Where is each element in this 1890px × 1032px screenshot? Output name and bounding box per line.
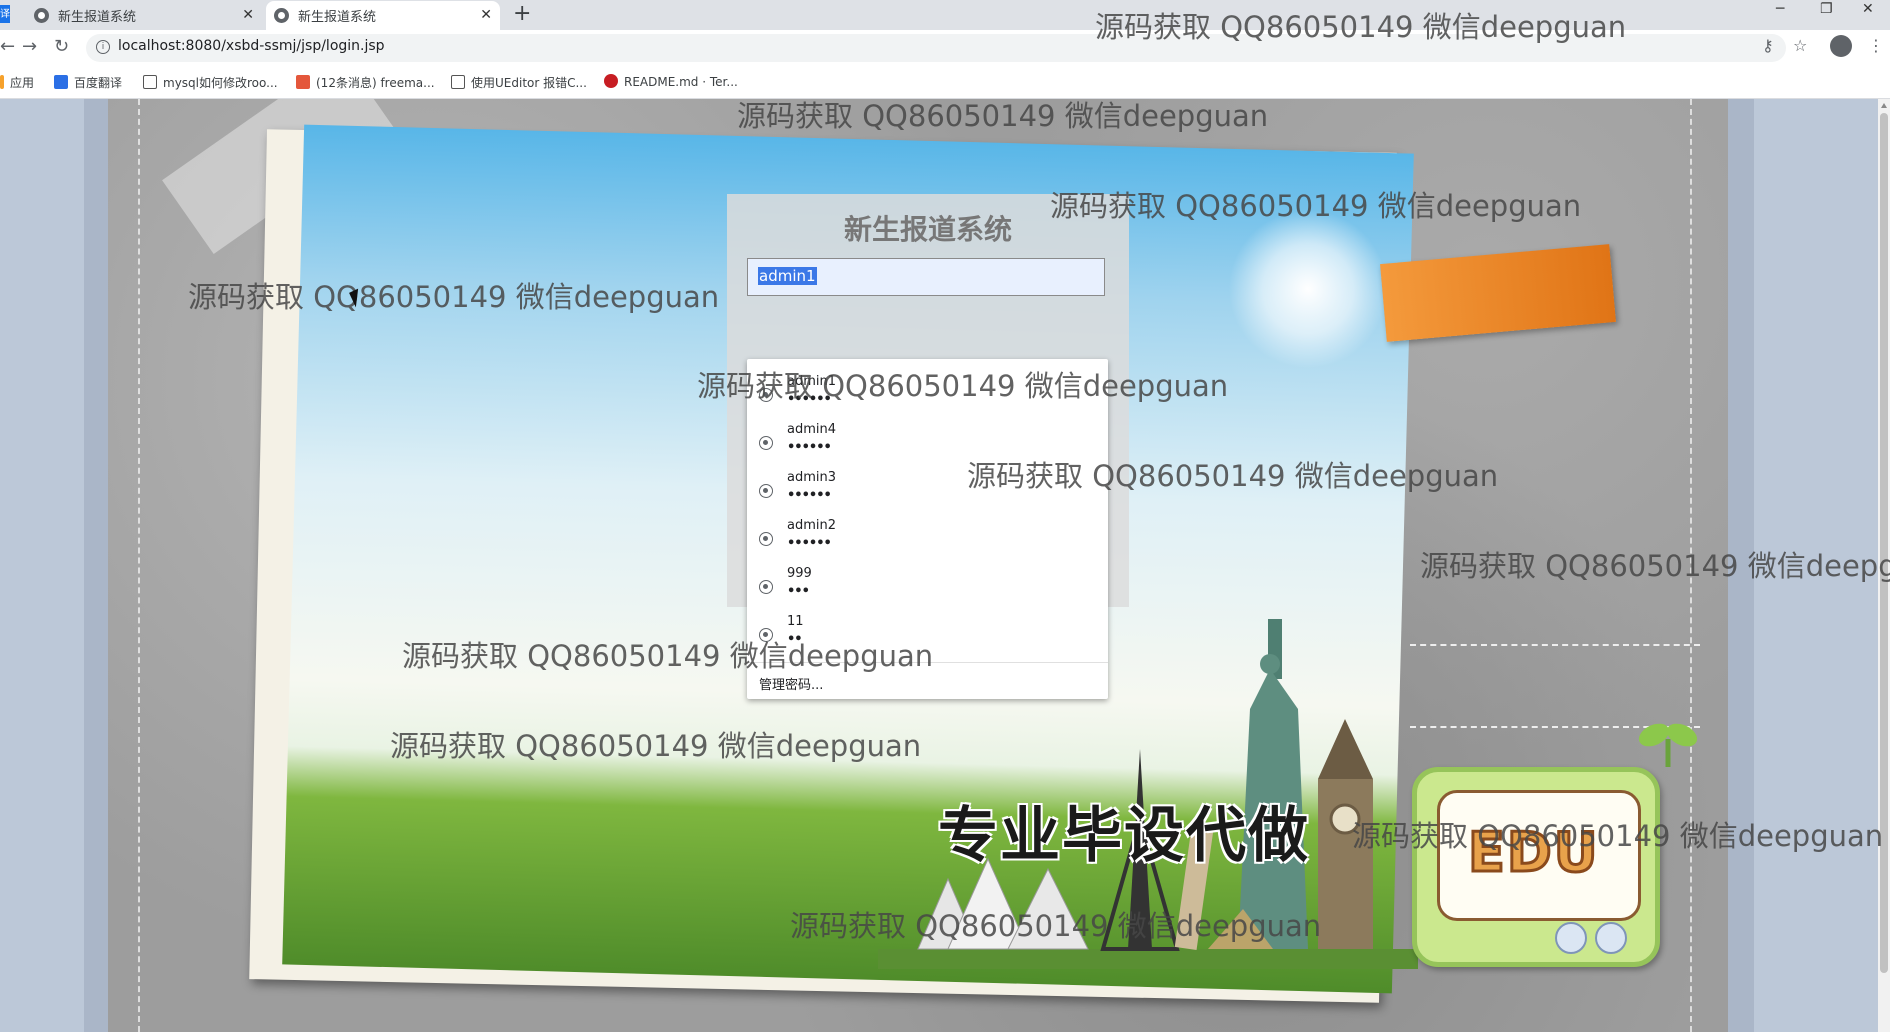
tab-title: 新生报道系统 [58, 10, 137, 25]
stitch-line [138, 99, 140, 1032]
reload-icon[interactable]: ↻ [54, 36, 69, 57]
watermark-text: 源码获取 QQ86050149 微信deepguan [1352, 819, 1884, 853]
restore-icon[interactable]: ❐ [1820, 1, 1833, 17]
minimize-icon[interactable]: ─ [1776, 1, 1784, 17]
menu-icon[interactable]: ⋮ [1868, 36, 1884, 55]
sprout-icon [1638, 723, 1698, 767]
csdn-icon [296, 75, 310, 89]
bookmark-label: 应用 [10, 76, 35, 90]
watermark-text: 源码获取 QQ86050149 微信deepguan [390, 729, 922, 763]
key-icon[interactable]: ⚷ [1762, 36, 1774, 55]
watermark-text: 源码获取 QQ86050149 微信deepguan [737, 99, 1269, 133]
autofill-username: 11 [787, 614, 804, 629]
gitee-icon [604, 74, 618, 88]
globe-icon [274, 8, 289, 23]
mysql-icon [451, 75, 465, 89]
bookmark-baidu-translate[interactable]: 百度翻译 [54, 74, 122, 91]
globe-icon [34, 8, 49, 23]
baidu-translate-icon [54, 75, 68, 89]
tab-close-icon[interactable]: ✕ [480, 7, 492, 23]
watermark-text: 源码获取 QQ86050149 微信deepguan [697, 369, 1229, 403]
back-icon[interactable]: ← [0, 36, 15, 57]
orange-tape-decoration [1380, 244, 1616, 342]
watermark-text: 源码获取 QQ86050149 微信deepguan [967, 459, 1499, 493]
bookmark-label: mysql如何修改roo... [163, 76, 278, 90]
watermark-text: 源码获取 QQ86050149 微信deepguan [1420, 549, 1890, 583]
tab-inactive[interactable]: 新生报道系统 ✕ [26, 1, 262, 30]
page-left-border [84, 99, 108, 1032]
new-tab-button[interactable]: + [513, 1, 531, 26]
key-icon [759, 532, 773, 546]
info-icon[interactable]: i [96, 40, 110, 54]
tab-close-icon[interactable]: ✕ [242, 7, 254, 23]
bookmark-label: (12条消息) freema... [316, 76, 435, 90]
autofill-item[interactable]: admin2 •••••• [747, 516, 1108, 564]
url-text: localhost:8080/xsbd-ssmj/jsp/login.jsp [118, 38, 385, 54]
dashed-line [1410, 644, 1700, 646]
tv-knob-icon [1595, 922, 1627, 954]
edu-tv-screen: EDU [1437, 790, 1641, 921]
autofill-password: •••••• [787, 488, 832, 503]
forward-icon[interactable]: → [22, 36, 37, 57]
autofill-password: ••• [787, 584, 810, 599]
autofill-username: admin3 [787, 470, 837, 485]
watermark-text: 源码获取 QQ86050149 微信deepguan [188, 280, 720, 314]
partial-tab-icon[interactable]: 译 [0, 5, 10, 23]
watermark-text: 源码获取 QQ86050149 微信deepguan [402, 639, 934, 673]
bookmark-label: 百度翻译 [74, 76, 123, 90]
window-close-icon[interactable]: ✕ [1862, 1, 1874, 17]
bookmark-label: README.md · Ter... [624, 75, 738, 89]
bookmark-readme[interactable]: README.md · Ter... [604, 74, 738, 89]
bookmark-label: 使用UEditor 报错C... [471, 76, 587, 90]
bookmark-ueditor[interactable]: 使用UEditor 报错C... [451, 74, 587, 91]
star-icon[interactable]: ☆ [1793, 36, 1807, 55]
tab-active[interactable]: 新生报道系统 ✕ [266, 1, 500, 30]
tv-knob-icon [1555, 922, 1587, 954]
username-selected-text: admin1 [758, 267, 817, 285]
key-icon [759, 484, 773, 498]
bookmark-mysql[interactable]: mysql如何修改roo... [143, 74, 278, 91]
autofill-password: •••••• [787, 440, 832, 455]
mysql-icon [143, 75, 157, 89]
autofill-username: 999 [787, 566, 812, 581]
autofill-username: admin4 [787, 422, 837, 437]
key-icon [759, 580, 773, 594]
key-icon [759, 436, 773, 450]
edu-tv-logo: EDU [1412, 767, 1660, 967]
autofill-username: admin2 [787, 518, 837, 533]
watermark-text: 源码获取 QQ86050149 微信deepguan [790, 909, 1322, 943]
apps-icon [0, 75, 4, 89]
watermark-text: 源码获取 QQ86050149 微信deepguan [1095, 10, 1627, 44]
bookmark-apps[interactable]: 应用 [0, 74, 34, 91]
profile-avatar[interactable] [1830, 35, 1852, 57]
autofill-password: •••••• [787, 536, 832, 551]
tab-title: 新生报道系统 [298, 10, 377, 25]
autofill-item[interactable]: 999 ••• [747, 564, 1108, 612]
bookmark-csdn[interactable]: (12条消息) freema... [296, 74, 435, 91]
watermark-text: 源码获取 QQ86050149 微信deepguan [1050, 189, 1582, 223]
sun-glow [1228, 209, 1388, 369]
manage-passwords-link[interactable]: 管理密码... [759, 674, 823, 693]
username-input[interactable]: admin1 [747, 258, 1105, 296]
slogan-text: 专业毕设代做 [938, 801, 1310, 871]
